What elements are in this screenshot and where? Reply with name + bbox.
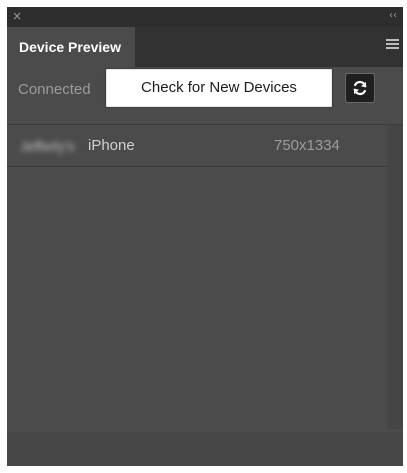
hamburger-menu-icon[interactable] <box>386 39 399 49</box>
device-owner: Jefferly's <box>20 138 75 154</box>
refresh-icon <box>353 80 367 96</box>
device-preview-panel: × ‹‹ Device Preview Connected Check for … <box>7 7 403 466</box>
device-name: iPhone <box>88 137 135 154</box>
panel-footer <box>7 432 403 466</box>
panel-title-strip: × ‹‹ <box>7 7 403 27</box>
close-icon[interactable]: × <box>12 9 22 23</box>
tab-bar: Device Preview <box>7 27 403 67</box>
refresh-button[interactable] <box>345 73 375 103</box>
double-chevron-icon[interactable]: ‹‹ <box>389 9 397 23</box>
device-row[interactable]: Jefferly's iPhone 750x1334 <box>7 125 403 167</box>
tab-device-preview[interactable]: Device Preview <box>7 27 135 67</box>
check-for-new-devices-button[interactable]: Check for New Devices <box>106 69 332 107</box>
connected-label: Connected <box>18 81 91 98</box>
device-header-row: Connected Check for New Devices <box>7 67 403 125</box>
scrollbar-track[interactable] <box>387 125 403 429</box>
device-resolution: 750x1334 <box>274 137 340 154</box>
tab-label: Device Preview <box>19 39 121 55</box>
